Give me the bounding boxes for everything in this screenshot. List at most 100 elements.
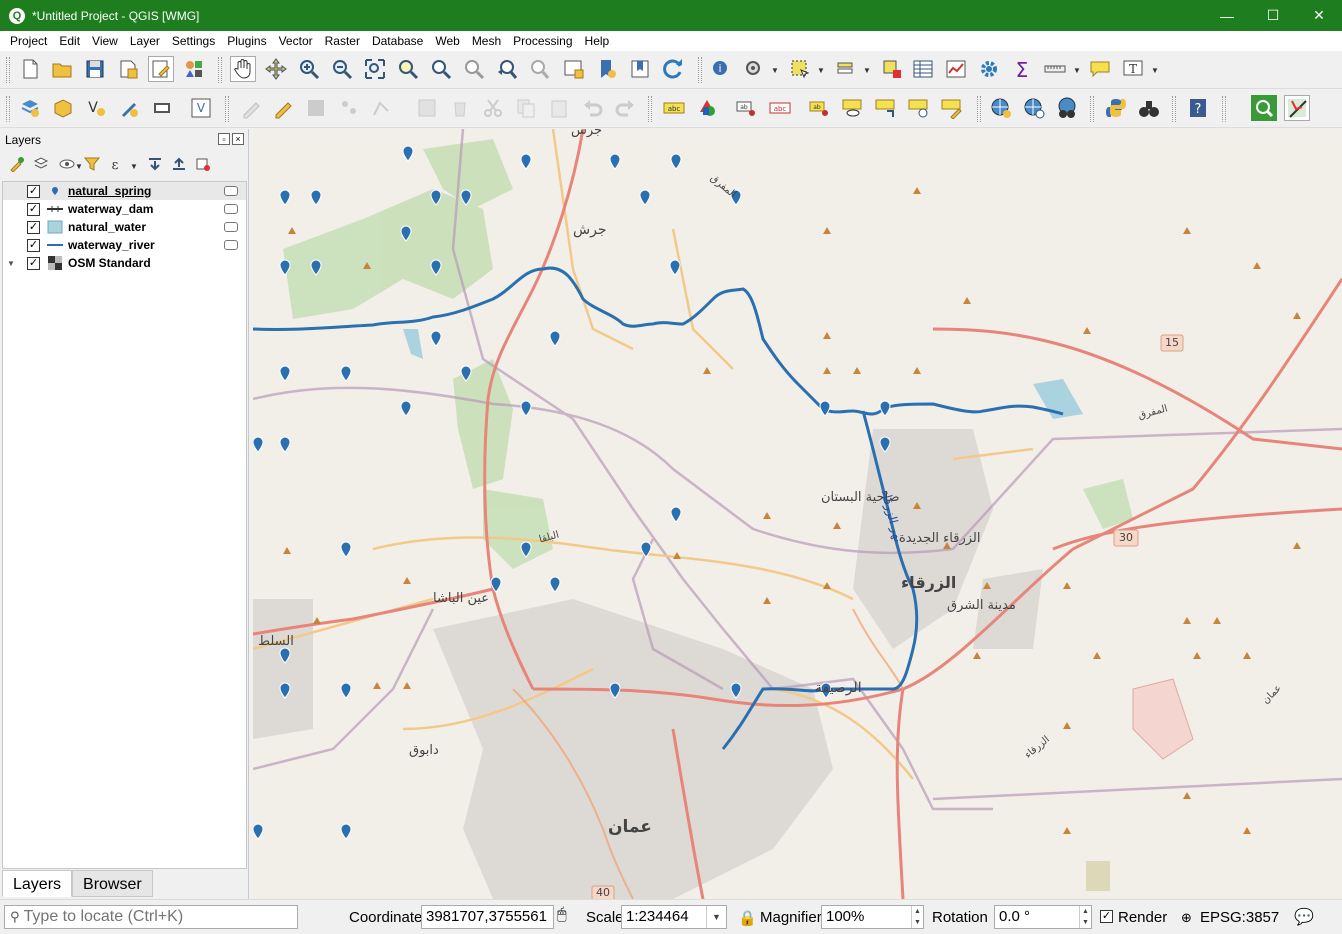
select-by-value-icon[interactable] xyxy=(833,56,859,82)
embedded-indicator-icon[interactable] xyxy=(224,240,238,250)
new-virtual-layer-icon[interactable]: V xyxy=(188,95,214,121)
open-layer-styling-icon[interactable] xyxy=(7,154,27,174)
style-manager-icon[interactable] xyxy=(181,56,207,82)
rotate-label-icon[interactable] xyxy=(873,95,899,121)
locator-search-input[interactable] xyxy=(23,908,284,926)
move-label-icon[interactable]: ab xyxy=(807,95,833,121)
edit-label-icon[interactable] xyxy=(939,95,965,121)
layer-row-natural-spring[interactable]: ✓ natural_spring xyxy=(3,182,246,200)
minimize-button[interactable]: — xyxy=(1204,0,1250,31)
menu-view[interactable]: View xyxy=(86,31,124,51)
zoom-native-icon[interactable] xyxy=(461,56,487,82)
layer-row-waterway-river[interactable]: ✓ waterway_river xyxy=(3,236,246,254)
modify-attributes-icon[interactable] xyxy=(414,95,440,121)
field-calculator-icon[interactable]: Σ xyxy=(1009,56,1035,82)
pan-hand-icon[interactable] xyxy=(230,56,256,82)
map-canvas[interactable]: جرش جرش المفرق ضاحية البستان الزرقاء الج… xyxy=(253,129,1342,899)
deselect-icon[interactable] xyxy=(879,56,905,82)
menu-processing[interactable]: Processing xyxy=(507,31,578,51)
digitize-point-icon[interactable] xyxy=(336,95,362,121)
rotation-spinbox[interactable]: 0.0 ° ▲ ▼ xyxy=(994,905,1092,929)
text-annotation-icon[interactable]: T xyxy=(1120,56,1146,82)
select-dropdown-icon[interactable]: ▼ xyxy=(817,66,825,75)
show-hide-labels-icon[interactable] xyxy=(840,95,866,121)
annotation-dropdown-icon[interactable]: ▼ xyxy=(1151,66,1159,75)
zoom-last-icon[interactable] xyxy=(494,56,520,82)
new-map-view-icon[interactable] xyxy=(561,56,587,82)
filter-expression-icon[interactable]: ε xyxy=(106,154,126,174)
rotation-spin-icon[interactable]: ▲ ▼ xyxy=(1079,906,1091,928)
redo-icon[interactable] xyxy=(612,95,638,121)
toolbar-grip[interactable] xyxy=(648,96,652,122)
new-temporary-layer-icon[interactable] xyxy=(149,95,175,121)
zoom-to-layer-icon[interactable] xyxy=(428,56,454,82)
toolbar-grip[interactable] xyxy=(225,96,229,122)
toggle-extents-mouse-icon[interactable]: 🖱 xyxy=(557,906,567,924)
layer-visibility-checkbox[interactable]: ✓ xyxy=(27,256,40,270)
messages-icon[interactable]: 💬 xyxy=(1294,907,1314,927)
scale-combobox[interactable]: 1:234464 ▼ xyxy=(621,905,727,929)
layer-visibility-checkbox[interactable]: ✓ xyxy=(27,184,40,198)
add-group-icon[interactable] xyxy=(31,154,51,174)
expand-all-icon[interactable] xyxy=(145,154,165,174)
add-wfs-layer-icon[interactable] xyxy=(1021,95,1047,121)
new-shapefile-icon[interactable]: V xyxy=(83,95,109,121)
undock-panel-icon[interactable]: ▫ xyxy=(218,133,230,145)
scale-dropdown-icon[interactable]: ▼ xyxy=(706,906,726,928)
new-spatialite-icon[interactable] xyxy=(116,95,142,121)
run-action-icon[interactable] xyxy=(741,56,767,82)
zoom-plugin-icon[interactable] xyxy=(1251,95,1277,121)
select-features-icon[interactable] xyxy=(787,56,813,82)
diagram-icon[interactable] xyxy=(694,95,720,121)
crs-button[interactable]: EPSG:3857 xyxy=(1200,909,1279,926)
zoom-out-icon[interactable] xyxy=(329,56,355,82)
pin-labels-icon[interactable]: ab xyxy=(734,95,760,121)
magnifier-spinbox[interactable]: 100% ▲ ▼ xyxy=(821,905,924,929)
toolbar-grip[interactable] xyxy=(1222,96,1226,122)
change-label-icon[interactable] xyxy=(906,95,932,121)
data-source-manager-icon[interactable] xyxy=(17,95,43,121)
menu-plugins[interactable]: Plugins xyxy=(221,31,272,51)
zoom-in-icon[interactable] xyxy=(296,56,322,82)
menu-database[interactable]: Database xyxy=(366,31,429,51)
expand-arrow-icon[interactable]: ▼ xyxy=(7,259,15,268)
statistics-icon[interactable] xyxy=(943,56,969,82)
highlight-pinned-icon[interactable]: abc xyxy=(767,95,793,121)
manage-visibility-eye-icon[interactable] xyxy=(57,154,77,174)
pan-to-selection-icon[interactable] xyxy=(263,56,289,82)
tab-layers[interactable]: Layers xyxy=(2,870,73,897)
lock-scale-icon[interactable]: 🔒 xyxy=(738,909,757,927)
refresh-icon[interactable] xyxy=(660,56,686,82)
layer-row-waterway-dam[interactable]: ✓ waterway_dam xyxy=(3,200,246,218)
menu-settings[interactable]: Settings xyxy=(166,31,221,51)
zoom-full-icon[interactable] xyxy=(362,56,388,82)
layer-visibility-checkbox[interactable]: ✓ xyxy=(27,220,40,234)
embedded-indicator-icon[interactable] xyxy=(224,222,238,232)
copy-features-icon[interactable] xyxy=(513,95,539,121)
measure-line-icon[interactable] xyxy=(1042,56,1068,82)
binoculars-icon[interactable] xyxy=(1136,95,1162,121)
map-tips-icon[interactable] xyxy=(1087,56,1113,82)
open-project-icon[interactable] xyxy=(49,56,75,82)
menu-help[interactable]: Help xyxy=(579,31,616,51)
attribute-table-icon[interactable] xyxy=(910,56,936,82)
vertex-tool-icon[interactable] xyxy=(369,95,395,121)
collapse-all-icon[interactable] xyxy=(169,154,189,174)
measure-dropdown-icon[interactable]: ▼ xyxy=(1073,66,1081,75)
menu-web[interactable]: Web xyxy=(429,31,465,51)
remove-layer-icon[interactable] xyxy=(193,154,213,174)
menu-layer[interactable]: Layer xyxy=(124,31,166,51)
add-wms-layer-icon[interactable] xyxy=(988,95,1014,121)
toolbar-grip[interactable] xyxy=(977,96,981,122)
layer-visibility-checkbox[interactable]: ✓ xyxy=(27,238,40,252)
current-edits-icon[interactable] xyxy=(238,95,264,121)
save-project-icon[interactable] xyxy=(82,56,108,82)
menu-edit[interactable]: Edit xyxy=(53,31,86,51)
undo-icon[interactable] xyxy=(580,95,606,121)
label-abc-icon[interactable]: abc xyxy=(661,95,687,121)
layer-row-natural-water[interactable]: ✓ natural_water xyxy=(3,218,246,236)
filter-legend-icon[interactable] xyxy=(82,154,102,174)
select-value-dropdown-icon[interactable]: ▼ xyxy=(863,66,871,75)
cut-features-icon[interactable] xyxy=(480,95,506,121)
toolbar-grip[interactable] xyxy=(1090,96,1094,122)
